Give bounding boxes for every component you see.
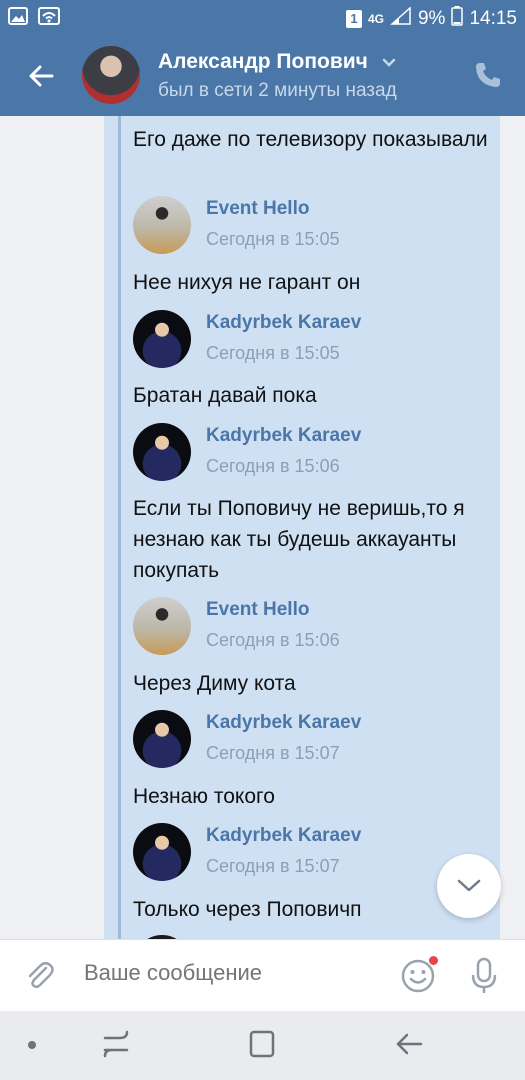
wifi-icon (38, 7, 60, 30)
message-text: Через Диму кота (133, 672, 296, 695)
battery-icon (451, 6, 464, 32)
author-name: Kadyrbek Karaev (206, 425, 362, 446)
nav-dot-icon[interactable] (28, 1041, 36, 1049)
recent-apps-button[interactable] (102, 1029, 130, 1064)
image-icon (8, 7, 28, 30)
message-text: Братан давай пока (133, 384, 317, 407)
microphone-icon (471, 957, 497, 993)
contact-name[interactable]: Александр Попович (158, 50, 396, 74)
battery-percent: 9% (417, 8, 446, 29)
contact-avatar[interactable] (82, 46, 140, 104)
attach-button[interactable] (22, 958, 58, 994)
message-text: Нее нихуя не гарант он (133, 271, 361, 294)
call-button[interactable] (473, 60, 503, 90)
sim-badge: 1 (345, 10, 362, 28)
signal-icon (390, 6, 412, 31)
message-time: Сегодня в 15:05 (206, 343, 340, 363)
chat-header: Александр Попович был в сети 2 минуты на… (0, 36, 525, 116)
presence-status: был в сети 2 минуты назад (158, 80, 397, 101)
status-bar: 1 4G 9% 14:15 (0, 0, 525, 36)
message-text: Если ты Поповичу не веришь,то я незнаю к… (133, 497, 465, 582)
author-name: Event Hello (206, 198, 310, 219)
voice-record-button[interactable] (468, 956, 500, 996)
message-composer (0, 939, 525, 1012)
arrow-left-icon (29, 65, 54, 87)
author-name: Kadyrbek Karaev (206, 825, 362, 846)
message-text: Незнаю токого (133, 785, 275, 808)
scroll-down-button[interactable] (437, 854, 501, 918)
message-text: Его даже по телевизору показывали (133, 128, 488, 151)
avatar (133, 823, 191, 881)
back-arrow-icon (396, 1033, 423, 1055)
clock: 14:15 (469, 8, 517, 29)
avatar (133, 196, 191, 254)
back-nav-button[interactable] (394, 1029, 424, 1064)
message-input[interactable] (84, 960, 374, 986)
message-time: Сегодня в 15:06 (206, 456, 340, 476)
author-name: Kadyrbek Karaev (206, 712, 362, 733)
phone-icon (476, 63, 500, 87)
author-name: Event Hello (206, 599, 310, 620)
chevron-down-icon (457, 879, 481, 892)
chevron-down-icon (382, 50, 396, 74)
forward-line (118, 116, 121, 939)
home-button[interactable] (248, 1029, 276, 1064)
avatar (133, 423, 191, 481)
system-nav-bar (0, 1011, 525, 1080)
emoji-button[interactable] (400, 956, 438, 994)
back-button[interactable] (24, 58, 60, 94)
avatar (133, 310, 191, 368)
author-name: Kadyrbek Karaev (206, 312, 362, 333)
avatar (133, 597, 191, 655)
message-time: Сегодня в 15:05 (206, 229, 340, 249)
message-text: Только через Поповичп (133, 898, 362, 921)
home-icon (249, 1030, 275, 1058)
network-type: 4G (367, 12, 384, 26)
contact-name-text: Александр Попович (158, 50, 368, 73)
notification-dot (429, 956, 438, 965)
recent-apps-icon (103, 1030, 129, 1058)
message-time: Сегодня в 15:06 (206, 630, 340, 650)
message-list[interactable]: Его даже по телевизору показывали Event … (0, 116, 525, 939)
message-time: Сегодня в 15:07 (206, 743, 340, 763)
avatar (133, 710, 191, 768)
paperclip-icon (28, 962, 54, 989)
message-time: Сегодня в 15:07 (206, 856, 340, 876)
